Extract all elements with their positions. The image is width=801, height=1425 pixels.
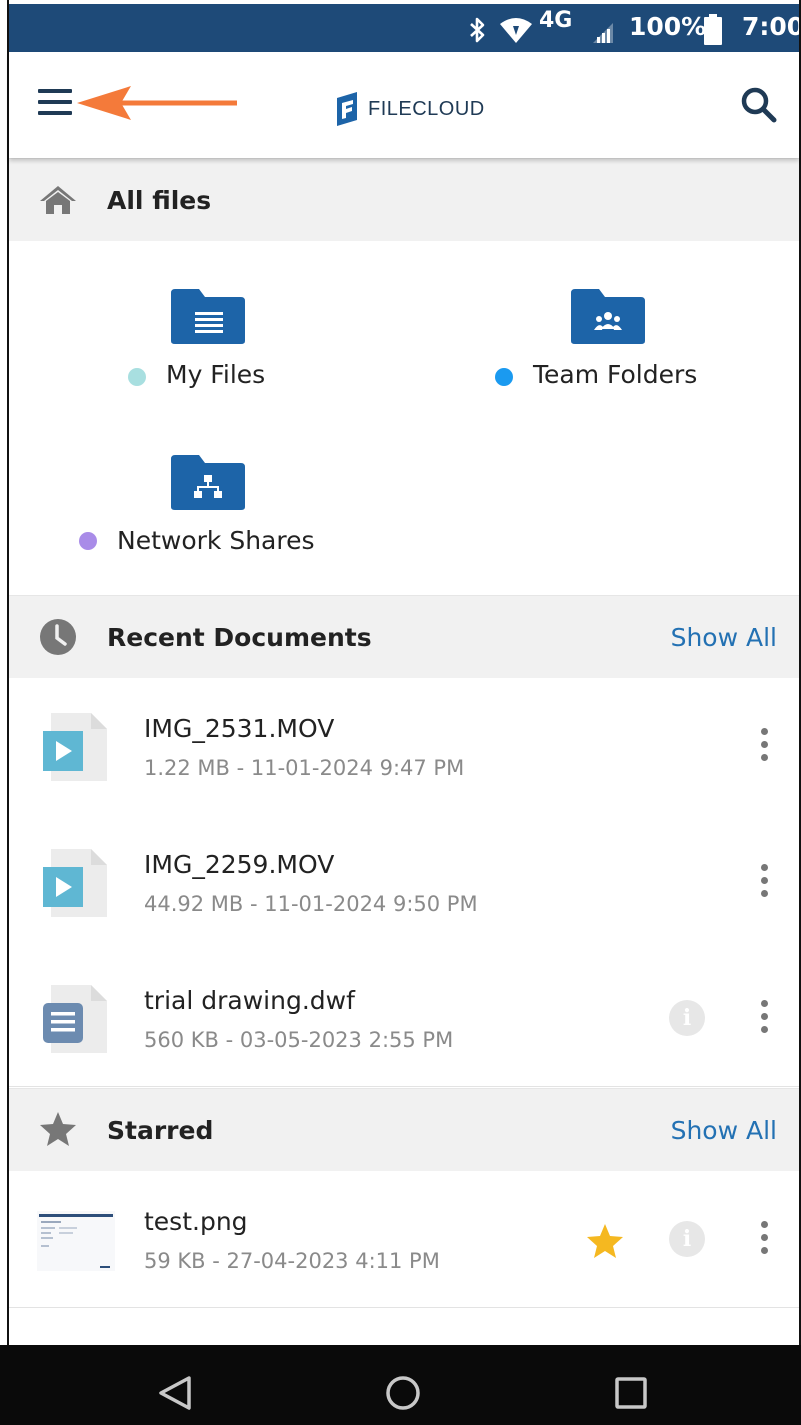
folder-network-icon	[171, 455, 245, 510]
more-options-icon[interactable]	[759, 864, 769, 904]
hamburger-menu-icon[interactable]	[38, 89, 72, 119]
info-icon[interactable]: i	[669, 1221, 705, 1257]
recents-icon[interactable]	[614, 1376, 648, 1410]
video-file-icon	[43, 713, 107, 781]
file-name: IMG_2259.MOV	[144, 850, 335, 879]
bluetooth-icon	[470, 17, 485, 43]
filecloud-logo-icon	[337, 92, 357, 126]
network-shares-dot	[79, 532, 97, 550]
file-name: IMG_2531.MOV	[144, 714, 335, 743]
file-meta: 44.92 MB - 11-01-2024 9:50 PM	[144, 892, 478, 916]
more-options-icon[interactable]	[759, 1000, 769, 1040]
frame-border-left	[7, 0, 9, 1345]
video-file-icon	[43, 849, 107, 917]
info-icon[interactable]: i	[669, 1000, 705, 1036]
search-icon[interactable]	[740, 86, 778, 124]
file-row[interactable]: IMG_2259.MOV 44.92 MB - 11-01-2024 9:50 …	[9, 814, 799, 951]
recent-documents-header: Recent Documents Show All	[9, 595, 799, 679]
filecloud-logo: FILECLOUD	[334, 92, 494, 126]
image-thumbnail-icon	[37, 1211, 115, 1271]
recent-show-all-link[interactable]: Show All	[671, 623, 777, 652]
folder-network-shares[interactable]: Network Shares	[69, 453, 339, 563]
all-files-header[interactable]: All files	[9, 158, 799, 242]
my-files-dot	[128, 368, 146, 386]
file-row[interactable]: trial drawing.dwf 560 KB - 03-05-2023 2:…	[9, 950, 799, 1087]
file-meta: 59 KB - 27-04-2023 4:11 PM	[144, 1249, 440, 1273]
status-bar: 4G 100% 7:00	[9, 4, 801, 52]
file-name: trial drawing.dwf	[144, 986, 355, 1015]
file-meta: 560 KB - 03-05-2023 2:55 PM	[144, 1028, 454, 1052]
cell-signal-icon	[593, 23, 613, 43]
app-screen: 4G 100% 7:00 FILECLOUD All files My File…	[0, 0, 801, 1425]
document-file-icon	[43, 985, 107, 1053]
recent-documents-title: Recent Documents	[107, 623, 372, 652]
star-icon	[40, 1112, 76, 1146]
team-folders-dot	[495, 368, 513, 386]
folder-team-folders[interactable]: Team Folders	[486, 287, 726, 397]
folder-my-files[interactable]: My Files	[119, 287, 309, 397]
file-meta: 1.22 MB - 11-01-2024 9:47 PM	[144, 756, 465, 780]
my-files-label: My Files	[166, 360, 266, 389]
home-button-icon[interactable]	[385, 1375, 421, 1411]
more-options-icon[interactable]	[759, 728, 769, 768]
starred-title: Starred	[107, 1116, 214, 1145]
battery-icon	[704, 14, 722, 45]
folder-grid: My Files Team Folders Network Shares	[9, 241, 799, 595]
team-folders-label: Team Folders	[533, 360, 698, 389]
folder-team-icon	[571, 289, 645, 344]
starred-show-all-link[interactable]: Show All	[671, 1116, 777, 1145]
file-name: test.png	[144, 1207, 248, 1236]
battery-percent: 100%	[629, 12, 707, 41]
starred-header: Starred Show All	[9, 1088, 799, 1172]
system-navigation-bar	[0, 1345, 801, 1425]
wifi-icon	[500, 18, 532, 43]
starred-star-icon[interactable]	[586, 1223, 624, 1259]
file-row[interactable]: test.png 59 KB - 27-04-2023 4:11 PM i	[9, 1171, 799, 1308]
all-files-title: All files	[107, 186, 212, 215]
annotation-arrow-icon	[77, 86, 237, 120]
filecloud-logo-text: FILECLOUD	[368, 98, 485, 120]
clock: 7:00	[742, 12, 801, 41]
back-icon[interactable]	[158, 1375, 192, 1411]
clock-icon	[40, 619, 76, 655]
home-icon	[40, 186, 76, 214]
more-options-icon[interactable]	[759, 1221, 769, 1261]
folder-documents-icon	[171, 289, 245, 344]
network-type: 4G	[539, 8, 573, 33]
file-row[interactable]: IMG_2531.MOV 1.22 MB - 11-01-2024 9:47 P…	[9, 678, 799, 815]
network-shares-label: Network Shares	[117, 526, 315, 555]
app-bar: FILECLOUD	[9, 52, 799, 158]
